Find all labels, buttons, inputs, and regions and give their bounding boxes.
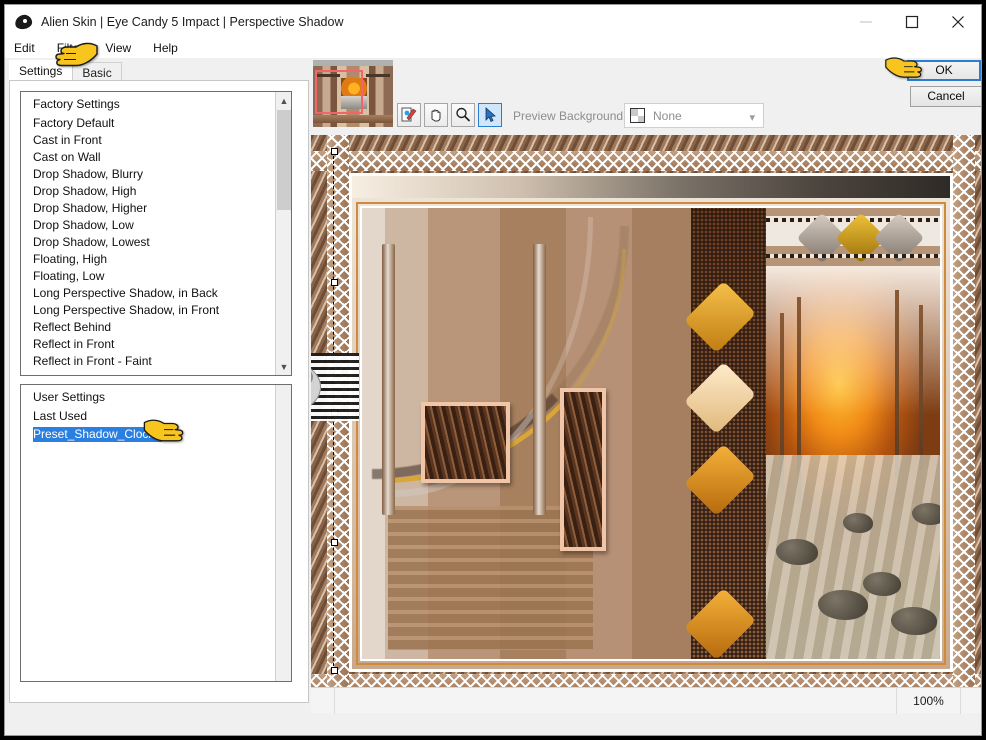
artwork-image: claudia software bbox=[311, 135, 981, 705]
cancel-button[interactable]: Cancel bbox=[910, 86, 981, 107]
list-item[interactable]: Drop Shadow, Higher bbox=[21, 200, 274, 217]
artwork-ribbon-diamond-right bbox=[873, 212, 925, 264]
menu-item-help[interactable]: Help bbox=[153, 41, 188, 55]
status-cell-left bbox=[311, 687, 335, 714]
artwork-framed-picture-wide bbox=[421, 401, 511, 484]
scrollbar-thumb[interactable] bbox=[277, 110, 291, 210]
list-item[interactable]: Floating, Low bbox=[21, 268, 274, 285]
title-bar: Alien Skin | Eye Candy 5 Impact | Perspe… bbox=[5, 5, 981, 38]
color-picker-icon[interactable] bbox=[397, 103, 421, 127]
menu-bar: Edit Filter View Help bbox=[5, 38, 981, 58]
preview-background-value: None bbox=[653, 108, 682, 123]
alienskin-logo-icon bbox=[13, 11, 35, 33]
factory-list-scrollbar[interactable]: ▲ ▼ bbox=[275, 92, 291, 375]
zoom-tool-icon[interactable] bbox=[451, 103, 475, 127]
preview-area: Preview Background: None ▾ OK Cancel 100… bbox=[311, 58, 981, 735]
list-item[interactable]: Cast in Front bbox=[21, 132, 274, 149]
selection-handle-top[interactable] bbox=[331, 148, 338, 155]
artwork-right-diamond-band bbox=[953, 135, 975, 705]
factory-settings-list[interactable]: Factory Settings Factory Default Cast in… bbox=[20, 91, 292, 376]
settings-panel-body: Factory Settings Factory Default Cast in… bbox=[9, 80, 309, 703]
transparency-swatch-icon bbox=[630, 108, 645, 123]
scroll-up-arrow-icon[interactable]: ▲ bbox=[276, 92, 291, 109]
artwork-framed-picture-tall bbox=[559, 388, 606, 551]
artwork-top-diamond-band bbox=[311, 151, 981, 171]
artwork-diamond-gold-3 bbox=[684, 587, 757, 659]
preview-background-label: Preview Background: bbox=[513, 109, 627, 123]
navigator-viewport-marker[interactable] bbox=[315, 70, 363, 114]
window-controls bbox=[843, 5, 981, 38]
watermark-overlay: claudia software bbox=[311, 353, 359, 421]
preview-toolbar bbox=[397, 103, 502, 127]
pointing-hand-cursor-tab bbox=[54, 40, 98, 70]
menu-item-edit[interactable]: Edit bbox=[14, 41, 45, 55]
list-item[interactable]: Long Perspective Shadow, in Front bbox=[21, 302, 274, 319]
artwork-left-panel bbox=[362, 208, 692, 659]
factory-settings-header: Factory Settings bbox=[33, 97, 120, 111]
artwork-vertical-bar-right bbox=[533, 244, 547, 515]
navigator-thumbnail[interactable] bbox=[313, 60, 393, 127]
factory-settings-list-inner: Factory Settings Factory Default Cast in… bbox=[21, 92, 274, 375]
preview-canvas[interactable]: claudia software bbox=[311, 135, 981, 705]
list-item[interactable]: Reflect in Front bbox=[21, 336, 274, 353]
selection-handle-lower[interactable] bbox=[331, 539, 338, 546]
screenshot-root: Alien Skin | Eye Candy 5 Impact | Perspe… bbox=[0, 0, 986, 740]
user-list-scrollbar[interactable] bbox=[275, 385, 291, 681]
artwork-diamond-gold-2 bbox=[684, 443, 757, 516]
zoom-level-indicator[interactable]: 100% bbox=[897, 687, 961, 714]
list-item[interactable]: Factory Default bbox=[21, 115, 274, 132]
artwork-ribbon-band bbox=[766, 208, 940, 266]
artwork-mesh-column bbox=[684, 208, 767, 659]
list-item[interactable]: Drop Shadow, Blurry bbox=[21, 166, 274, 183]
artwork-white-border bbox=[360, 206, 942, 661]
artwork-diamond-cream bbox=[684, 362, 757, 435]
close-button[interactable] bbox=[935, 5, 981, 38]
hand-tool-icon[interactable] bbox=[424, 103, 448, 127]
settings-panel: Settings Basic Factory Settings Factory … bbox=[9, 58, 309, 703]
list-item[interactable]: Reflect in Front - Faint bbox=[21, 353, 274, 370]
menu-item-view[interactable]: View bbox=[105, 41, 141, 55]
artwork-vertical-bar-left bbox=[381, 244, 395, 515]
artwork-photo-fog bbox=[766, 266, 940, 416]
application-window: Alien Skin | Eye Candy 5 Impact | Perspe… bbox=[4, 4, 982, 736]
minimize-button[interactable] bbox=[843, 5, 889, 38]
list-item[interactable]: Reflect Behind bbox=[21, 319, 274, 336]
artwork-photo-strip bbox=[766, 208, 940, 659]
pointing-hand-cursor-ok bbox=[884, 55, 924, 81]
artwork-orange-border bbox=[356, 202, 946, 665]
status-cell-middle bbox=[335, 687, 897, 714]
artwork-gradient-strip bbox=[352, 176, 950, 198]
list-item[interactable]: Drop Shadow, High bbox=[21, 183, 274, 200]
scroll-down-arrow-icon[interactable]: ▼ bbox=[276, 358, 291, 375]
list-item[interactable]: Drop Shadow, Low bbox=[21, 217, 274, 234]
list-item[interactable]: Floating, High bbox=[21, 251, 274, 268]
pointing-hand-cursor-preset bbox=[143, 417, 185, 445]
list-item[interactable]: Drop Shadow, Lowest bbox=[21, 234, 274, 251]
artwork-right-panel bbox=[684, 208, 940, 659]
list-item[interactable]: Cast on Wall bbox=[21, 149, 274, 166]
status-bar: 100% bbox=[311, 687, 981, 714]
arrow-select-tool-icon[interactable] bbox=[478, 103, 502, 127]
artwork-diamond-gold-1 bbox=[684, 281, 757, 354]
resize-grip[interactable] bbox=[961, 688, 981, 714]
artwork-inner-frame bbox=[349, 173, 953, 672]
artwork-autumn-photo bbox=[766, 266, 940, 659]
maximize-button[interactable] bbox=[889, 5, 935, 38]
selection-handle-upper[interactable] bbox=[331, 279, 338, 286]
window-title: Alien Skin | Eye Candy 5 Impact | Perspe… bbox=[41, 14, 344, 29]
chevron-down-icon[interactable]: ▾ bbox=[749, 111, 755, 124]
user-settings-header: User Settings bbox=[33, 390, 106, 404]
list-item[interactable]: Long Perspective Shadow, in Back bbox=[21, 285, 274, 302]
preview-background-select[interactable]: None ▾ bbox=[624, 103, 764, 128]
selection-handle-bottom[interactable] bbox=[331, 667, 338, 674]
